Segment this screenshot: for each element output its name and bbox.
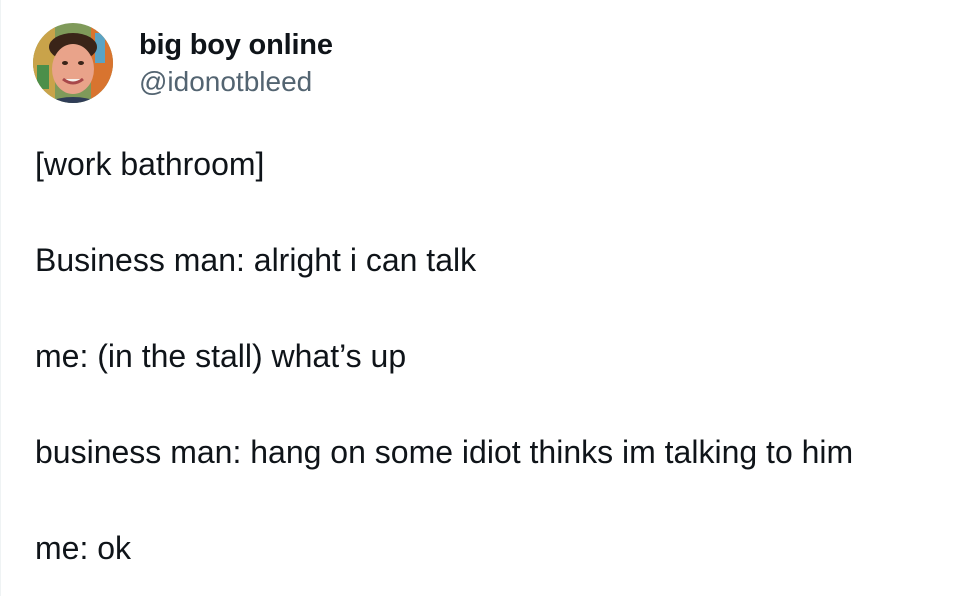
author-display-name[interactable]: big boy online [139,26,333,64]
tweet-header: big boy online @idonotbleed [33,22,333,104]
avatar[interactable] [33,23,113,103]
tweet-line: me: (in the stall) what’s up [35,338,407,374]
author-names: big boy online @idonotbleed [139,26,333,100]
tweet-line: business man: hang on some idiot thinks … [35,434,854,470]
tweet-line: me: ok [35,530,132,566]
tweet-line: Business man: alright i can talk [35,242,477,278]
tweet-text: [work bathroom] Business man: alright i … [35,142,965,570]
tweet-line: [work bathroom] [35,146,265,182]
author-handle[interactable]: @idonotbleed [139,64,333,100]
tweet-card: big boy online @idonotbleed [work bathro… [0,0,976,596]
profile-photo-avatar-icon [33,23,113,103]
